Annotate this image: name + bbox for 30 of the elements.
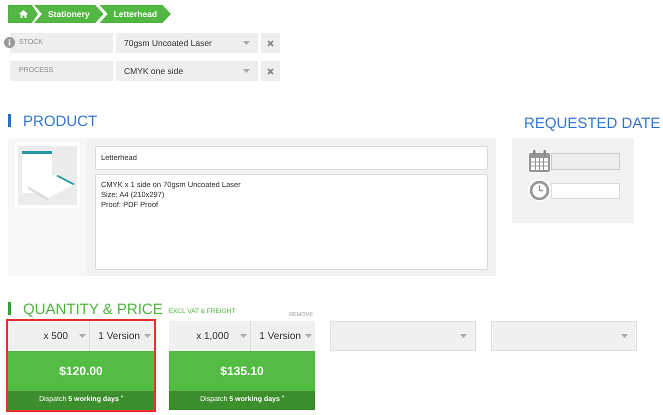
option-select[interactable]: 70gsm Uncoated Laser: [116, 33, 258, 53]
info-icon: [4, 37, 15, 48]
home-icon: [18, 10, 28, 18]
home-breadcrumb[interactable]: [8, 5, 38, 23]
calendar-icon: [528, 150, 551, 173]
caret-icon: [305, 334, 312, 338]
caret-icon: [243, 69, 250, 73]
caret-icon: [240, 334, 247, 338]
caret-icon: [460, 334, 467, 338]
section-heading: PRODUCT: [23, 114, 98, 129]
clock-icon: [528, 179, 551, 202]
caret-icon: [243, 41, 250, 45]
close-icon: [267, 68, 274, 74]
date-field[interactable]: [551, 153, 620, 170]
quantity-select[interactable]: [330, 321, 476, 351]
section-heading: REQUESTED DATE: [524, 116, 660, 131]
quantity-select[interactable]: [491, 321, 637, 351]
caret-icon: [79, 334, 86, 338]
clear-button[interactable]: [261, 33, 280, 53]
version-select[interactable]: 1 Version: [251, 321, 315, 351]
option-select[interactable]: CMYK one side: [116, 61, 258, 81]
section-heading: QUANTITY & PRICE: [23, 302, 163, 317]
clear-button[interactable]: [261, 61, 280, 81]
version-select[interactable]: 1 Version: [90, 321, 154, 351]
time-field[interactable]: [551, 182, 620, 198]
caret-icon: [144, 334, 151, 338]
close-icon: [267, 40, 274, 46]
caret-icon: [621, 334, 628, 338]
price-label: $135.10: [169, 351, 315, 391]
price-label: $120.00: [8, 351, 154, 391]
